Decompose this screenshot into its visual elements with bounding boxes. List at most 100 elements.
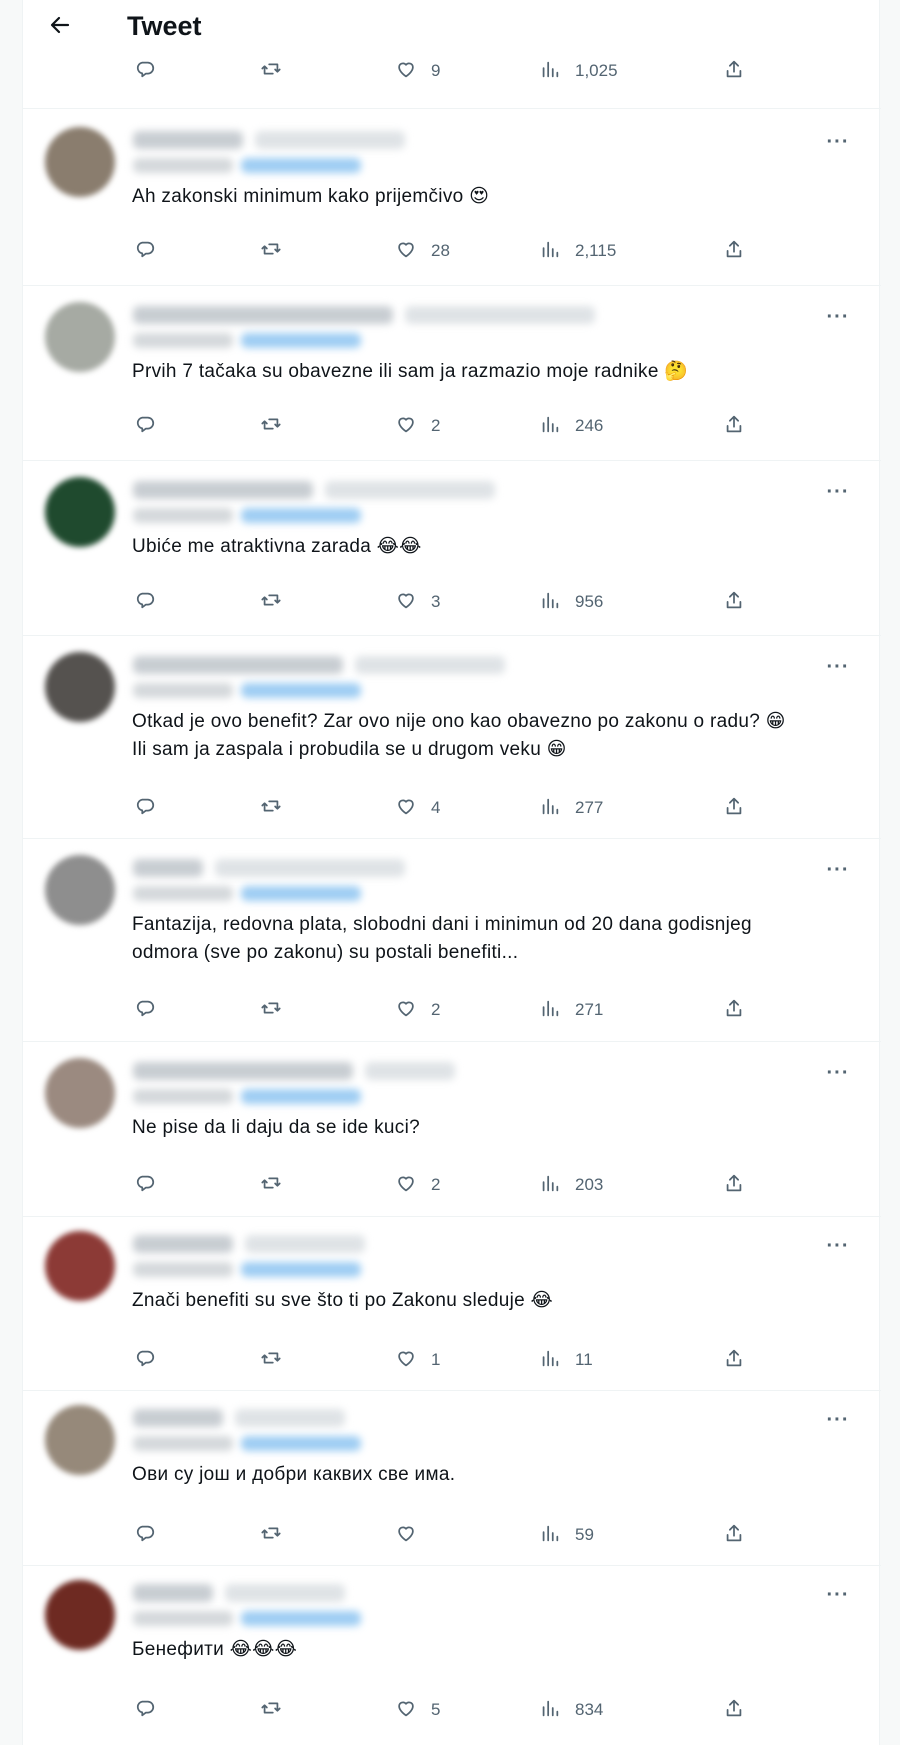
- more-icon[interactable]: ···: [823, 302, 853, 332]
- like-button[interactable]: 2: [395, 411, 440, 441]
- author-name-blurred[interactable]: [133, 859, 693, 881]
- reply-button[interactable]: [134, 587, 156, 617]
- reply-tweet: ··· Prvih 7 tačaka su obavezne ili sam ja…: [23, 302, 881, 402]
- tweet-actions: 9 1,025: [23, 56, 881, 86]
- reply-button[interactable]: [134, 995, 156, 1025]
- views-button[interactable]: 203: [539, 1170, 603, 1200]
- share-button[interactable]: [723, 995, 745, 1025]
- share-button[interactable]: [723, 411, 745, 441]
- like-button[interactable]: 9: [395, 56, 440, 86]
- reply-button[interactable]: [134, 1170, 156, 1200]
- views-button[interactable]: 59: [539, 1520, 594, 1550]
- more-icon[interactable]: ···: [823, 477, 853, 507]
- avatar[interactable]: [45, 1580, 115, 1650]
- reply-button[interactable]: [134, 1345, 156, 1375]
- author-name-blurred[interactable]: [133, 131, 693, 153]
- views-button[interactable]: 1,025: [539, 56, 618, 86]
- retweet-button[interactable]: [260, 1170, 282, 1200]
- like-button[interactable]: 28: [395, 236, 450, 266]
- retweet-icon: [260, 1522, 282, 1549]
- more-icon[interactable]: ···: [823, 1058, 853, 1088]
- author-name-blurred[interactable]: [133, 481, 693, 503]
- retweet-button[interactable]: [260, 1520, 282, 1550]
- like-count: 9: [431, 61, 441, 80]
- more-icon[interactable]: ···: [823, 1231, 853, 1261]
- avatar[interactable]: [45, 302, 115, 372]
- avatar[interactable]: [45, 1058, 115, 1128]
- share-button[interactable]: [723, 1695, 745, 1725]
- avatar[interactable]: [45, 127, 115, 197]
- view-count: 246: [575, 416, 604, 435]
- views-button[interactable]: 271: [539, 995, 603, 1025]
- more-icon[interactable]: ···: [823, 1580, 853, 1610]
- like-button[interactable]: 2: [395, 995, 440, 1025]
- avatar[interactable]: [45, 1231, 115, 1301]
- views-button[interactable]: 11: [539, 1345, 593, 1375]
- tweet-actions: 28 2,115: [23, 236, 881, 266]
- more-icon[interactable]: ···: [823, 855, 853, 885]
- like-button[interactable]: 2: [395, 1170, 440, 1200]
- reply-tweet: ··· Ah zakonski minimum kako prijemčivo 😍: [23, 127, 881, 227]
- share-icon: [723, 997, 745, 1024]
- retweet-button[interactable]: [260, 995, 282, 1025]
- share-button[interactable]: [723, 236, 745, 266]
- more-icon[interactable]: ···: [823, 652, 853, 682]
- tweet-text: Ubiće me atraktivna zarada 😂😂: [132, 536, 422, 557]
- reply-button[interactable]: [134, 236, 156, 266]
- retweet-button[interactable]: [260, 56, 282, 86]
- tweet-actions: 5 834: [23, 1695, 881, 1725]
- author-name-blurred[interactable]: [133, 656, 693, 678]
- like-button[interactable]: 3: [395, 587, 440, 617]
- reply-button[interactable]: [134, 411, 156, 441]
- reply-button[interactable]: [134, 1695, 156, 1725]
- reply-icon: [134, 1697, 156, 1724]
- share-button[interactable]: [723, 1520, 745, 1550]
- tweet-text: Ови су још и добри каквих све има.: [132, 1464, 456, 1485]
- views-button[interactable]: 834: [539, 1695, 603, 1725]
- retweet-button[interactable]: [260, 1345, 282, 1375]
- reply-button[interactable]: [134, 1520, 156, 1550]
- retweet-icon: [260, 58, 282, 85]
- retweet-button[interactable]: [260, 411, 282, 441]
- share-button[interactable]: [723, 793, 745, 823]
- retweet-button[interactable]: [260, 236, 282, 266]
- reply-icon: [134, 1172, 156, 1199]
- author-name-blurred[interactable]: [133, 1062, 693, 1084]
- avatar[interactable]: [45, 477, 115, 547]
- view-count: 271: [575, 1000, 604, 1019]
- reply-tweet: ··· Ови су још и добри каквих све има.: [23, 1405, 881, 1505]
- share-button[interactable]: [723, 56, 745, 86]
- retweet-button[interactable]: [260, 1695, 282, 1725]
- more-icon[interactable]: ···: [823, 1405, 853, 1435]
- share-icon: [723, 589, 745, 616]
- avatar[interactable]: [45, 855, 115, 925]
- back-arrow-icon[interactable]: [45, 10, 75, 40]
- more-icon[interactable]: ···: [823, 127, 853, 157]
- author-name-blurred[interactable]: [133, 1409, 693, 1431]
- views-button[interactable]: 246: [539, 411, 603, 441]
- views-icon: [539, 1522, 561, 1549]
- author-name-blurred[interactable]: [133, 1235, 693, 1257]
- views-button[interactable]: 2,115: [539, 236, 616, 266]
- author-name-blurred[interactable]: [133, 306, 693, 328]
- like-button[interactable]: 4: [395, 793, 440, 823]
- like-count: 2: [431, 1000, 441, 1019]
- reply-button[interactable]: [134, 56, 156, 86]
- avatar[interactable]: [45, 1405, 115, 1475]
- author-name-blurred[interactable]: [133, 1584, 693, 1606]
- top-bar: Tweet: [23, 0, 881, 52]
- like-button[interactable]: 5: [395, 1695, 440, 1725]
- share-button[interactable]: [723, 1345, 745, 1375]
- retweet-button[interactable]: [260, 793, 282, 823]
- like-button[interactable]: [395, 1520, 431, 1550]
- tweet-actions: 2 271: [23, 995, 881, 1025]
- reply-button[interactable]: [134, 793, 156, 823]
- views-button[interactable]: 956: [539, 587, 603, 617]
- views-button[interactable]: 277: [539, 793, 603, 823]
- avatar[interactable]: [45, 652, 115, 722]
- reply-tweet: ··· Fantazija, redovna plata, slobodni da…: [23, 855, 881, 963]
- share-button[interactable]: [723, 587, 745, 617]
- like-button[interactable]: 1: [395, 1345, 440, 1375]
- retweet-button[interactable]: [260, 587, 282, 617]
- share-button[interactable]: [723, 1170, 745, 1200]
